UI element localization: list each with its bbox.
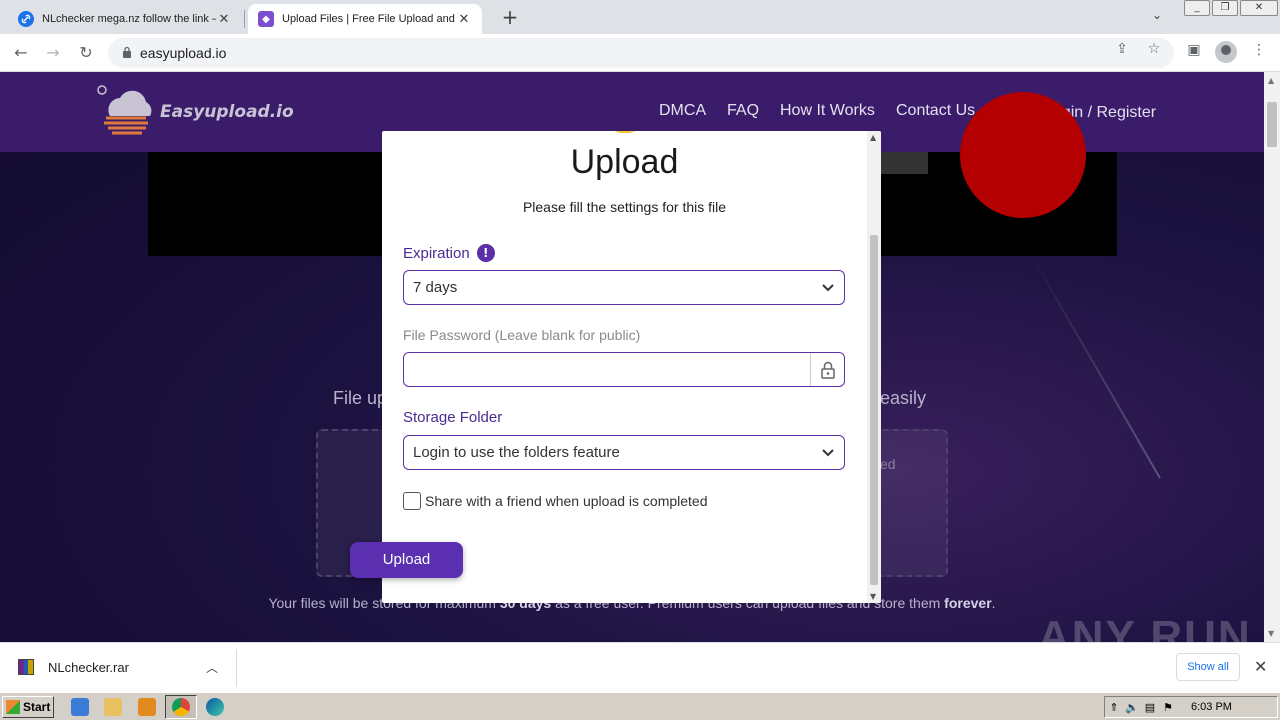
password-label: File Password (Leave blank for public) [403,327,641,343]
scroll-up-icon[interactable]: ▲ [1268,76,1274,85]
site-logo[interactable]: Easyupload.io [96,84,294,140]
hero-text-right: easily [880,388,927,408]
scroll-down-icon[interactable]: ▼ [1268,629,1274,638]
chevron-down-icon [822,449,834,457]
media-player-icon[interactable] [138,698,156,716]
show-all-button[interactable]: Show all [1176,653,1240,681]
expiration-label: Expiration [403,244,470,262]
padlock-icon[interactable] [810,353,844,386]
restore-icon[interactable]: ❐ [1212,0,1238,16]
tray-expand-icon[interactable]: ⇑ [1105,701,1123,714]
storage-folder-value: Login to use the folders feature [413,444,620,461]
storage-note-part: . [991,595,996,611]
download-item[interactable]: NLchecker.rar [18,659,129,675]
modal-top-decoration [610,131,640,133]
tab-search-icon[interactable]: ⌄ [1152,8,1162,22]
tab-title: NLchecker mega.nz follow the link — [42,13,216,25]
modal-title: Upload [570,143,679,181]
anyrun-watermark: ANY RUN [1038,612,1252,642]
dropzone-text: ed [880,456,896,472]
nav-contact-us[interactable]: Contact Us [896,102,975,120]
close-window-icon[interactable]: ✕ [1240,0,1278,16]
storage-note-forever: forever [944,595,992,611]
modal-scroll-thumb[interactable] [870,235,878,585]
tab-title: Upload Files | Free File Upload and T [282,13,456,25]
download-filename: NLchecker.rar [48,659,129,675]
banner-tag [880,152,928,174]
storage-folder-select[interactable]: Login to use the folders feature [403,435,845,470]
network-icon[interactable]: ▤ [1141,701,1159,714]
easyupload-icon: ◆ [258,11,274,27]
lock-icon[interactable] [122,46,132,61]
rar-file-icon [18,659,34,675]
close-downloads-icon[interactable]: ✕ [1254,657,1267,676]
profile-avatar-icon[interactable] [1215,41,1237,63]
page-viewport: Easyupload.io DMCA FAQ How It Works Cont… [0,72,1264,642]
start-button[interactable]: Start [2,696,54,718]
ie-icon[interactable] [71,698,89,716]
tab-easyupload[interactable]: ◆ Upload Files | Free File Upload and T … [248,4,482,34]
link-icon [18,11,34,27]
windows-flag-icon [6,700,20,714]
logo-text: Easyupload.io [160,102,294,122]
expiration-value: 7 days [413,279,458,296]
edge-icon[interactable] [206,698,224,716]
start-label: Start [23,700,51,714]
window-controls: _ ❐ ✕ [1182,0,1278,18]
nav-faq[interactable]: FAQ [727,102,759,120]
windows-taskbar: Start ⇑ 🔈 ▤ ⚑ 6:03 PM [0,692,1280,720]
expiration-label-row: Expiration ! [403,244,495,262]
storage-folder-label: Storage Folder [403,409,503,426]
browser-toolbar: ← → ↻ easyupload.io ⇪ ☆ ▣ ⋮ [0,34,1280,72]
upload-settings-modal: Upload Please fill the settings for this… [382,131,881,603]
modal-scrollbar[interactable]: ▲ ▼ [867,131,881,603]
address-bar[interactable]: easyupload.io [108,38,1174,68]
upload-button[interactable]: Upload [350,542,463,578]
banner-graphic [960,92,1086,218]
clock: 6:03 PM [1191,701,1232,713]
menu-kebab-icon[interactable]: ⋮ [1248,42,1270,58]
new-tab-button[interactable]: + [498,6,522,30]
side-panel-icon[interactable]: ▣ [1183,42,1205,58]
expiration-select[interactable]: 7 days [403,270,845,305]
share-checkbox-row[interactable]: Share with a friend when upload is compl… [403,492,708,510]
downloads-divider [236,649,237,687]
scroll-down-icon[interactable]: ▼ [870,592,876,601]
folder-icon[interactable] [104,698,122,716]
tab-nlchecker[interactable]: NLchecker mega.nz follow the link — ✕ [8,4,242,34]
nav-dmca[interactable]: DMCA [659,102,706,120]
close-tab-icon[interactable]: ✕ [456,12,472,27]
system-tray: ⇑ 🔈 ▤ ⚑ 6:03 PM [1104,696,1278,718]
downloads-bar: NLchecker.rar ︿ Show all ✕ [0,642,1280,692]
share-icon[interactable]: ⇪ [1112,41,1132,57]
chevron-down-icon [822,284,834,292]
chevron-up-icon[interactable]: ︿ [206,659,218,676]
share-checkbox[interactable] [403,492,421,510]
modal-subtitle: Please fill the settings for this file [522,199,727,215]
cloud-logo-icon [97,85,152,135]
info-icon[interactable]: ! [476,244,495,262]
background-streak [1029,252,1161,479]
tab-separator [244,10,245,28]
close-tab-icon[interactable]: ✕ [216,12,232,27]
minimize-icon[interactable]: _ [1184,0,1210,16]
password-input[interactable] [403,352,845,387]
chrome-icon [172,698,190,716]
flag-icon[interactable]: ⚑ [1159,701,1177,714]
forward-icon[interactable]: → [42,42,64,64]
nav-how-it-works[interactable]: How It Works [780,102,875,120]
volume-icon[interactable]: 🔈 [1123,701,1141,714]
tab-strip: NLchecker mega.nz follow the link — ✕ ◆ … [0,0,1280,34]
scroll-up-icon[interactable]: ▲ [870,133,876,142]
back-icon[interactable]: ← [10,42,32,64]
page-scrollbar[interactable]: ▲ ▼ [1264,72,1280,642]
reload-icon[interactable]: ↻ [75,42,97,64]
bookmark-star-icon[interactable]: ☆ [1144,41,1164,57]
url-text: easyupload.io [140,45,227,61]
share-label: Share with a friend when upload is compl… [425,493,708,509]
page-scroll-thumb[interactable] [1267,102,1277,147]
hero-text-left: File up [333,388,388,408]
